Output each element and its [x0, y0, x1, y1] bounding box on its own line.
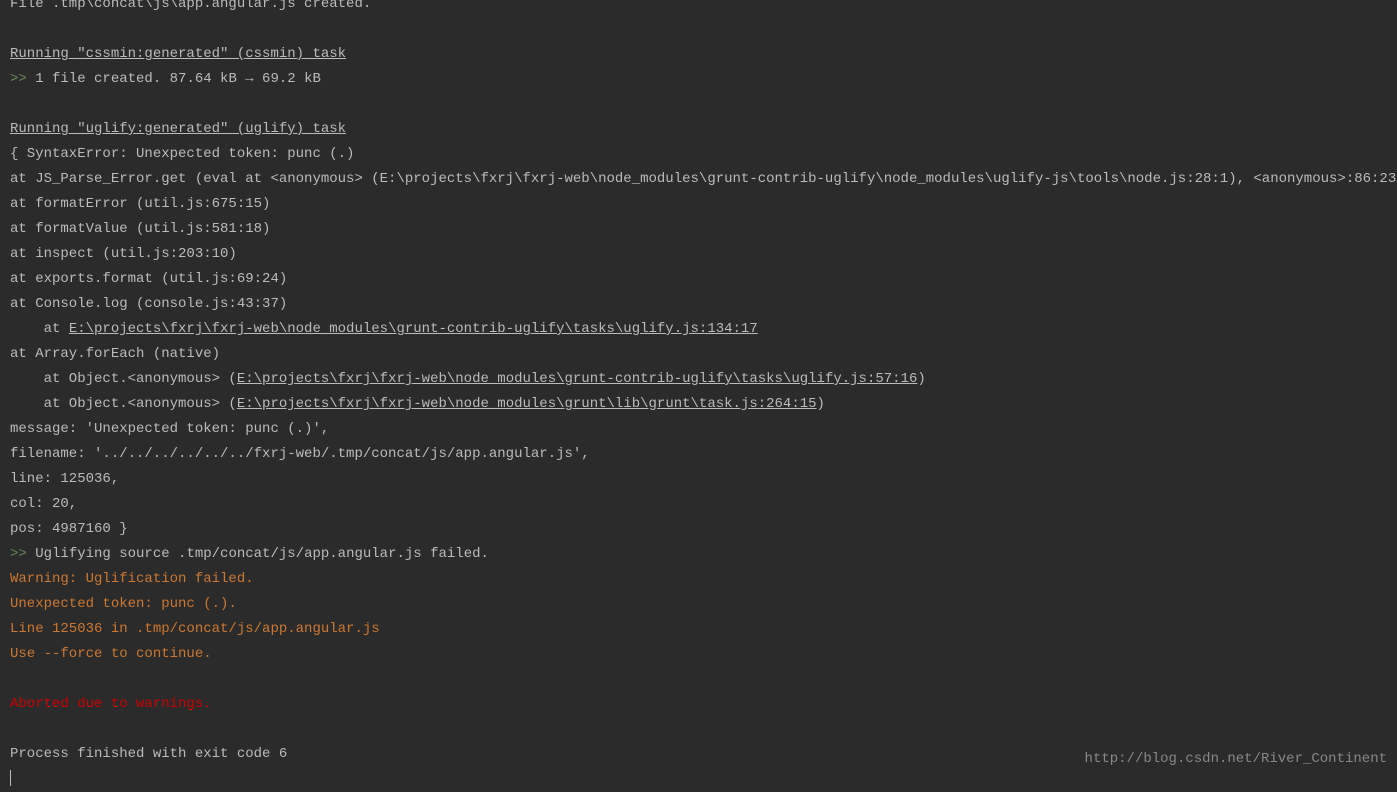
stack-trace-line: at formatValue (util.js:581:18) — [10, 217, 1387, 242]
watermark: http://blog.csdn.net/River_Continent — [1085, 747, 1387, 772]
aborted-line: Aborted due to warnings. — [10, 692, 1387, 717]
stack-trace-line: at JS_Parse_Error.get (eval at <anonymou… — [10, 167, 1387, 192]
warning-line: Line 125036 in .tmp/concat/js/app.angula… — [10, 617, 1387, 642]
terminal-cursor — [10, 770, 11, 786]
output-line: File .tmp\concat\js\app.angular.js creat… — [10, 0, 1387, 17]
error-detail-line: line: 125036, — [10, 467, 1387, 492]
error-detail-line: message: 'Unexpected token: punc (.)', — [10, 417, 1387, 442]
stack-trace-line: at Array.forEach (native) — [10, 342, 1387, 367]
stack-suffix: ) — [917, 371, 925, 387]
output-line: >> 1 file created. 87.64 kB → 69.2 kB — [10, 67, 1387, 92]
stack-prefix: at — [10, 321, 69, 337]
file-link[interactable]: E:\projects\fxrj\fxrj-web\node_modules\g… — [237, 396, 817, 412]
blank-line — [10, 17, 1387, 42]
stack-trace-line: at Object.<anonymous> (E:\projects\fxrj\… — [10, 367, 1387, 392]
stack-suffix: ) — [817, 396, 825, 412]
warning-line: Unexpected token: punc (.). — [10, 592, 1387, 617]
error-line: { SyntaxError: Unexpected token: punc (.… — [10, 142, 1387, 167]
stack-prefix: at Object.<anonymous> ( — [10, 396, 237, 412]
output-line: >> Uglifying source .tmp/concat/js/app.a… — [10, 542, 1387, 567]
prompt-marker: >> — [10, 71, 35, 87]
file-link[interactable]: E:\projects\fxrj\fxrj-web\node_modules\g… — [237, 371, 918, 387]
blank-line — [10, 92, 1387, 117]
stack-prefix: at Object.<anonymous> ( — [10, 371, 237, 387]
stack-trace-line: at E:\projects\fxrj\fxrj-web\node_module… — [10, 317, 1387, 342]
stack-trace-line: at Object.<anonymous> (E:\projects\fxrj\… — [10, 392, 1387, 417]
warning-line: Warning: Uglification failed. — [10, 567, 1387, 592]
stack-trace-line: at inspect (util.js:203:10) — [10, 242, 1387, 267]
error-detail-line: col: 20, — [10, 492, 1387, 517]
output-text: 1 file created. 87.64 kB → 69.2 kB — [35, 71, 321, 87]
blank-line — [10, 717, 1387, 742]
error-detail-line: filename: '../../../../../../fxrj-web/.t… — [10, 442, 1387, 467]
stack-trace-line: at exports.format (util.js:69:24) — [10, 267, 1387, 292]
prompt-marker: >> — [10, 546, 35, 562]
stack-trace-line: at Console.log (console.js:43:37) — [10, 292, 1387, 317]
task-header-uglify: Running "uglify:generated" (uglify) task — [10, 117, 1387, 142]
task-header-cssmin: Running "cssmin:generated" (cssmin) task — [10, 42, 1387, 67]
file-link[interactable]: E:\projects\fxrj\fxrj-web\node_modules\g… — [69, 321, 758, 337]
warning-line: Use --force to continue. — [10, 642, 1387, 667]
stack-trace-line: at formatError (util.js:675:15) — [10, 192, 1387, 217]
error-detail-line: pos: 4987160 } — [10, 517, 1387, 542]
output-text: Uglifying source .tmp/concat/js/app.angu… — [35, 546, 489, 562]
blank-line — [10, 667, 1387, 692]
